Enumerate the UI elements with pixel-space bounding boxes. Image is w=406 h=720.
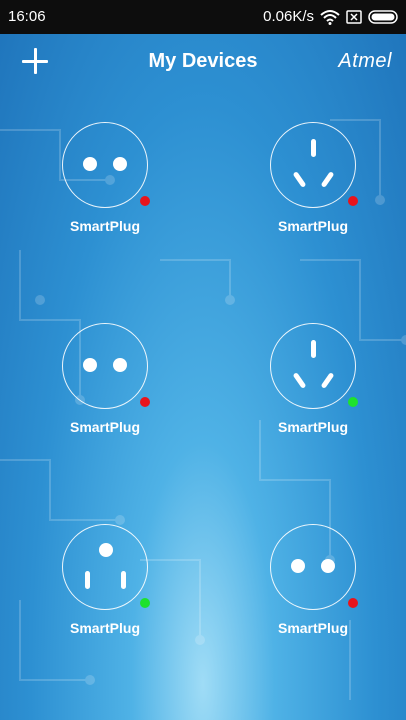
plug-pin — [311, 139, 316, 157]
device-label: SmartPlug — [69, 419, 140, 435]
device-label: SmartPlug — [277, 620, 348, 636]
device-tile[interactable]: SmartPlug — [45, 524, 165, 664]
wifi-icon — [320, 10, 340, 25]
network-speed: 0.06K/s — [263, 8, 314, 25]
device-tile[interactable]: SmartPlug — [253, 122, 373, 262]
plug-pin — [291, 559, 305, 573]
status-bar: 16:06 0.06K/s — [0, 0, 406, 34]
status-icons: 0.06K/s — [263, 0, 400, 34]
status-dot — [348, 196, 358, 206]
status-time: 16:06 — [8, 8, 46, 25]
plug-pin — [321, 559, 335, 573]
plug-pin — [99, 543, 113, 557]
device-label: SmartPlug — [69, 620, 140, 636]
three-flat-pin-plug-icon — [270, 122, 356, 208]
two-round-pin-plug-icon — [62, 323, 148, 409]
plug-pin — [292, 372, 307, 389]
status-dot — [140, 598, 150, 608]
two-round-pin-plug-icon — [270, 524, 356, 610]
device-tile[interactable]: SmartPlug — [45, 122, 165, 262]
app-screen: 16:06 0.06K/s My Devices Atmel SmartPlug… — [0, 0, 406, 720]
device-label: SmartPlug — [277, 419, 348, 435]
two-round-pin-plug-icon — [62, 122, 148, 208]
device-tile[interactable]: SmartPlug — [45, 323, 165, 463]
status-dot — [140, 397, 150, 407]
plug-pin — [320, 171, 335, 188]
plug-pin — [113, 358, 127, 372]
three-flat-pin-plug-icon — [270, 323, 356, 409]
battery-icon — [368, 10, 398, 24]
status-dot — [348, 397, 358, 407]
plug-pin — [121, 571, 126, 589]
plug-pin — [113, 157, 127, 171]
device-label: SmartPlug — [69, 218, 140, 234]
brand-logo: Atmel — [338, 50, 392, 72]
device-label: SmartPlug — [277, 218, 348, 234]
device-tile[interactable]: SmartPlug — [253, 323, 373, 463]
status-dot — [140, 196, 150, 206]
device-tile[interactable]: SmartPlug — [253, 524, 373, 664]
app-header: My Devices Atmel — [0, 34, 406, 90]
plug-pin — [85, 571, 90, 589]
plug-pin — [320, 372, 335, 389]
status-dot — [348, 598, 358, 608]
plug-pin — [292, 171, 307, 188]
plug-pin — [311, 340, 316, 358]
sim-off-icon — [346, 10, 362, 24]
plug-pin — [83, 157, 97, 171]
plug-pin — [83, 358, 97, 372]
us-grounded-plug-icon — [62, 524, 148, 610]
